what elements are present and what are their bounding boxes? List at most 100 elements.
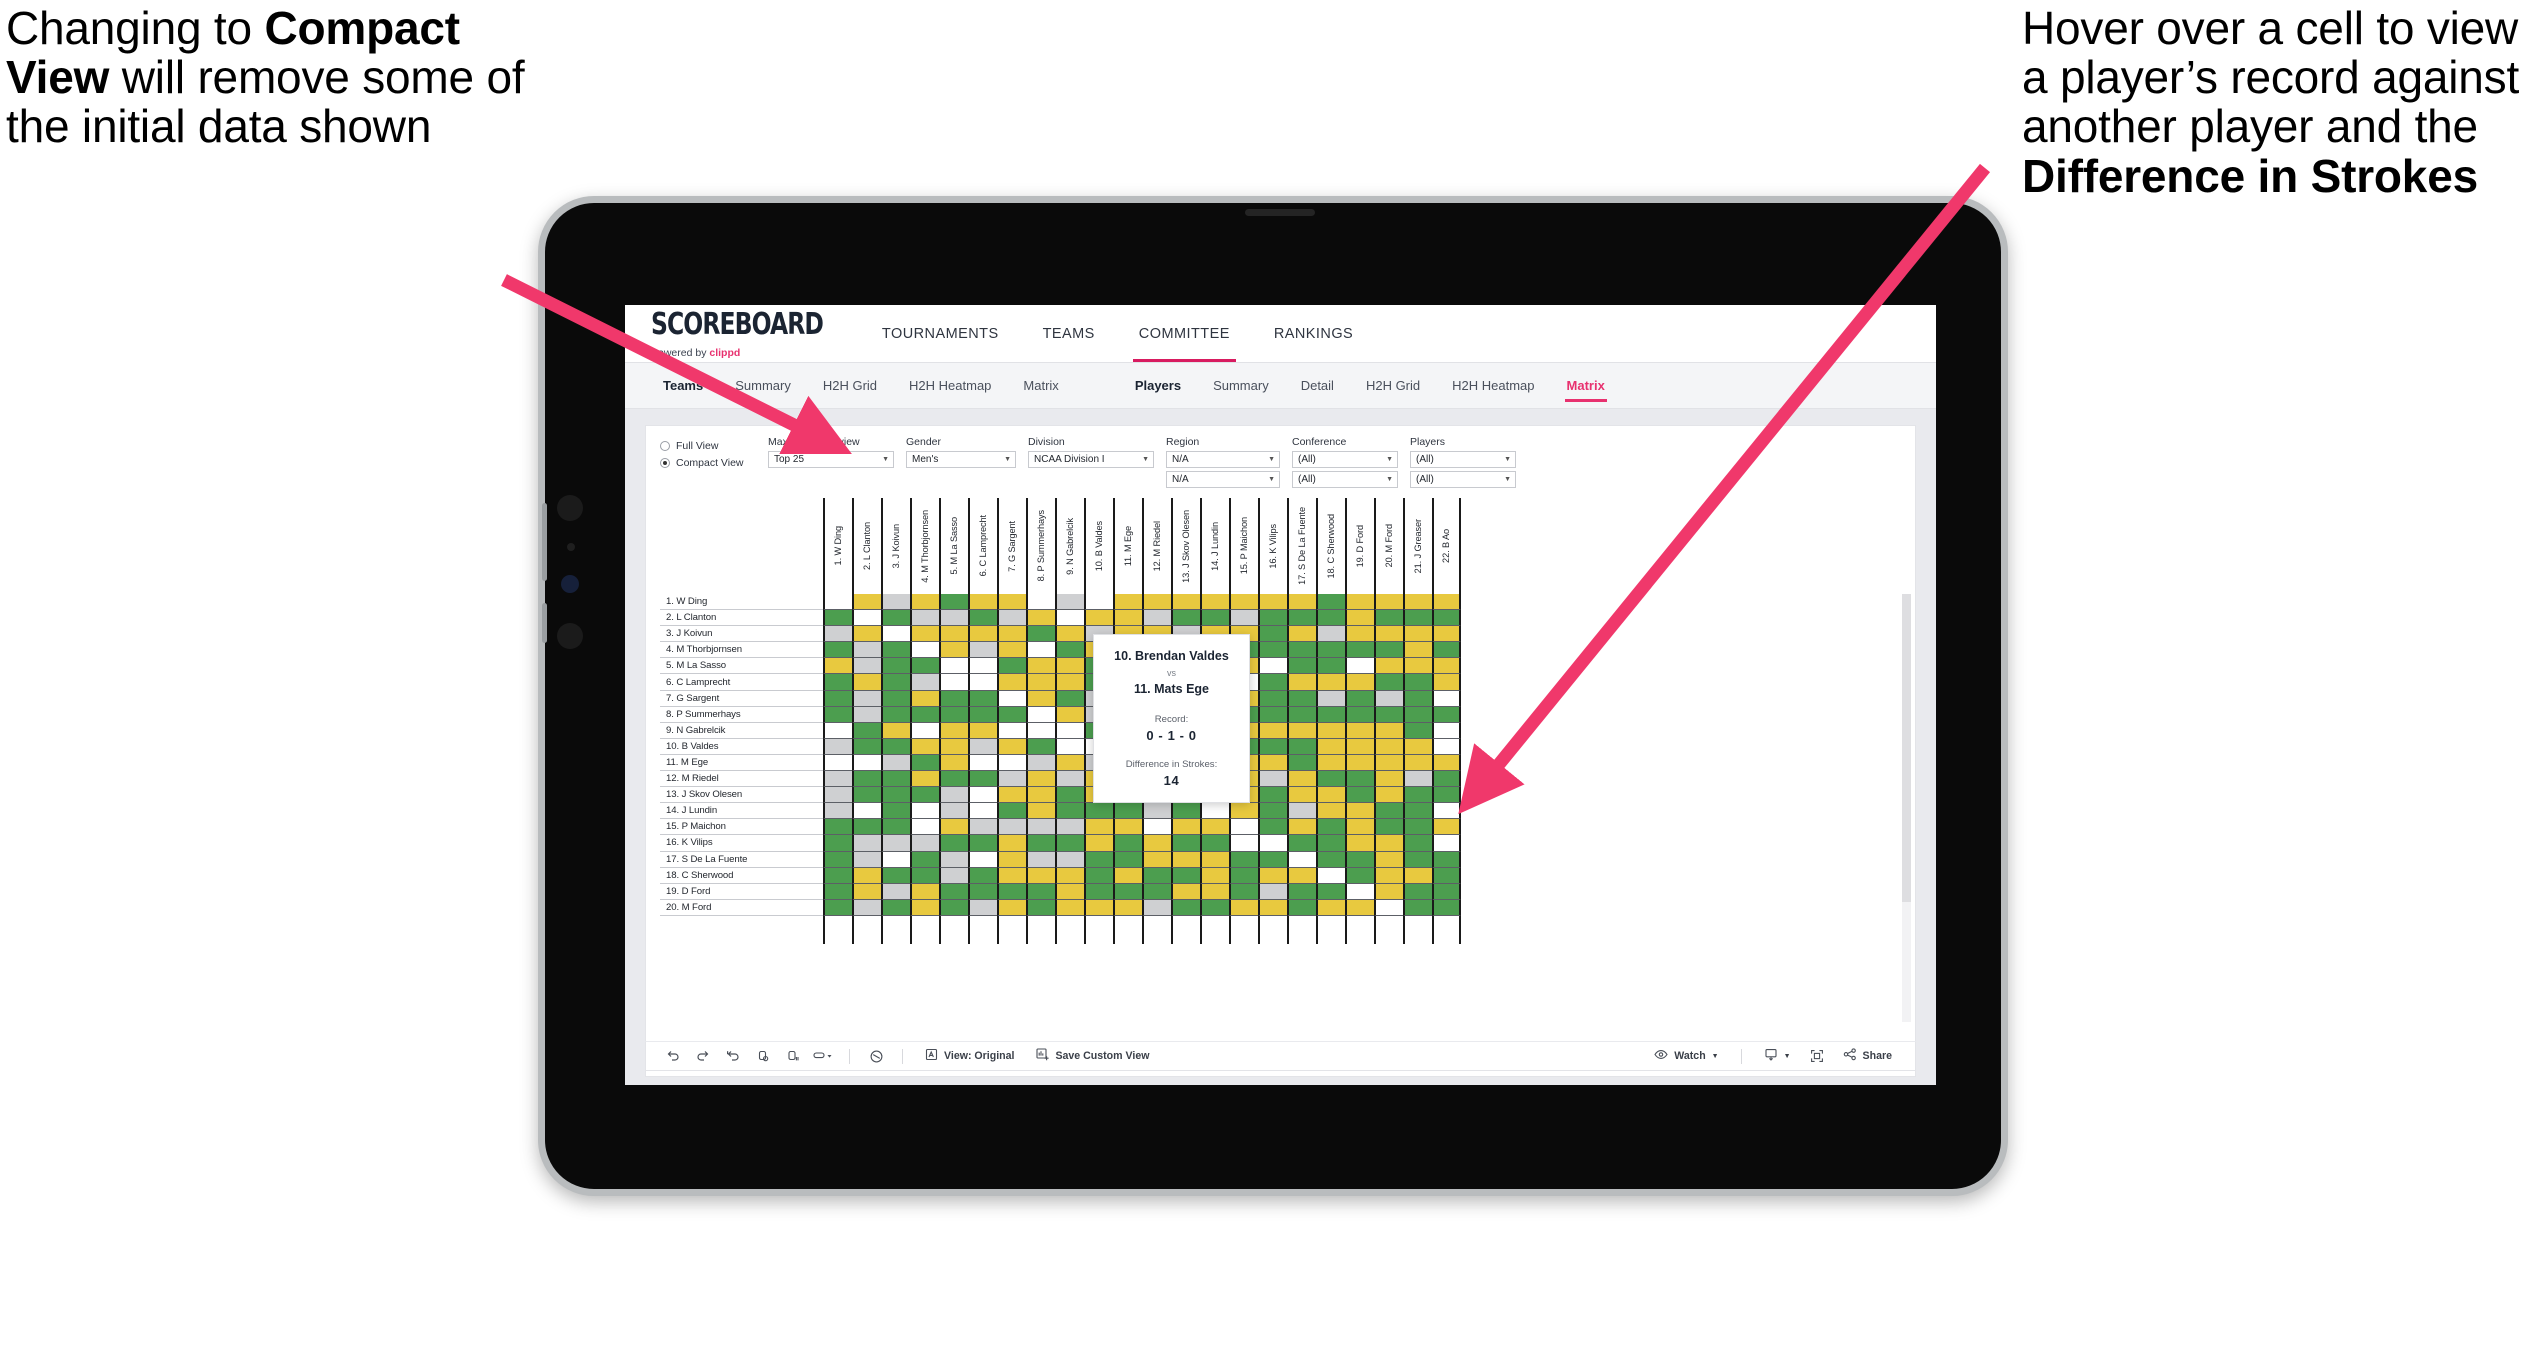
matrix-cell[interactable] (1287, 835, 1316, 852)
matrix-cell[interactable] (939, 851, 968, 868)
matrix-cell[interactable] (910, 738, 939, 755)
matrix-cell[interactable] (881, 819, 910, 836)
matrix-cell[interactable] (1287, 626, 1316, 643)
matrix-cell[interactable] (881, 626, 910, 643)
matrix-cell[interactable] (1258, 883, 1287, 900)
matrix-cell[interactable] (1374, 610, 1403, 627)
matrix-cell[interactable] (823, 771, 852, 788)
matrix-cell[interactable] (1142, 883, 1171, 900)
matrix-cell[interactable] (939, 771, 968, 788)
matrix-cell[interactable] (1258, 658, 1287, 675)
nav-rankings[interactable]: RANKINGS (1252, 305, 1375, 362)
matrix-cell[interactable] (1345, 771, 1374, 788)
matrix-cell[interactable] (1229, 610, 1258, 627)
matrix-cell[interactable] (1345, 594, 1374, 611)
matrix-cell[interactable] (1287, 722, 1316, 739)
matrix-cell[interactable] (1432, 722, 1461, 739)
matrix-cell[interactable] (1258, 899, 1287, 916)
matrix-cell[interactable] (1200, 819, 1229, 836)
matrix-cell[interactable] (1287, 674, 1316, 691)
matrix-cell[interactable] (910, 626, 939, 643)
matrix-cell[interactable] (910, 706, 939, 723)
matrix-cell[interactable] (1316, 690, 1345, 707)
matrix-cell[interactable] (1055, 690, 1084, 707)
subnav-teams-h2h-grid[interactable]: H2H Grid (807, 363, 893, 409)
matrix-cell[interactable] (881, 787, 910, 804)
matrix-cell[interactable] (1345, 722, 1374, 739)
share-button[interactable]: Share (1832, 1041, 1903, 1071)
matrix-cell[interactable] (823, 594, 852, 611)
matrix-cell[interactable] (1432, 690, 1461, 707)
matrix-cell[interactable] (997, 754, 1026, 772)
matrix-cell[interactable] (823, 803, 852, 820)
matrix-cell[interactable] (1258, 626, 1287, 643)
matrix-cell[interactable] (1258, 835, 1287, 852)
matrix-cell[interactable] (881, 803, 910, 820)
watch-button[interactable]: Watch ▼ (1643, 1041, 1729, 1071)
filter-conference-select-2[interactable]: (All) ▼ (1292, 471, 1398, 488)
matrix-cell[interactable] (881, 674, 910, 691)
matrix-cell[interactable] (939, 610, 968, 627)
matrix-cell[interactable] (1142, 803, 1171, 820)
matrix-cell[interactable] (997, 722, 1026, 739)
matrix-cell[interactable] (1113, 610, 1142, 627)
matrix-cell[interactable] (1142, 835, 1171, 852)
matrix-cell[interactable] (1026, 883, 1055, 900)
matrix-cell[interactable] (997, 642, 1026, 659)
matrix-cell[interactable] (1258, 738, 1287, 755)
matrix-cell[interactable] (1258, 690, 1287, 707)
matrix-cell[interactable] (1403, 722, 1432, 739)
matrix-cell[interactable] (1055, 594, 1084, 611)
matrix-cell[interactable] (1287, 658, 1316, 675)
matrix-cell[interactable] (881, 754, 910, 772)
matrix-cell[interactable] (1055, 851, 1084, 868)
matrix-cell[interactable] (1432, 706, 1461, 723)
matrix-cell[interactable] (1026, 610, 1055, 627)
matrix-cell[interactable] (1084, 803, 1113, 820)
matrix-cell[interactable] (1171, 883, 1200, 900)
matrix-cell[interactable] (997, 787, 1026, 804)
matrix-cell[interactable] (997, 738, 1026, 755)
matrix-cell[interactable] (1287, 899, 1316, 916)
matrix-cell[interactable] (1287, 642, 1316, 659)
matrix-cell[interactable] (1229, 819, 1258, 836)
matrix-cell[interactable] (1287, 706, 1316, 723)
matrix-cell[interactable] (1055, 883, 1084, 900)
nav-committee[interactable]: COMMITTEE (1117, 305, 1252, 362)
matrix-cell[interactable] (1287, 883, 1316, 900)
matrix-cell[interactable] (1142, 819, 1171, 836)
matrix-cell[interactable] (1374, 594, 1403, 611)
matrix-cell[interactable] (968, 706, 997, 723)
matrix-cell[interactable] (939, 658, 968, 675)
matrix-cell[interactable] (1432, 674, 1461, 691)
matrix-cell[interactable] (939, 883, 968, 900)
matrix-cell[interactable] (1316, 899, 1345, 916)
matrix-cell[interactable] (1403, 819, 1432, 836)
matrix-cell[interactable] (852, 899, 881, 916)
brand-logo[interactable]: SCOREBOARD Powered by clippd (625, 305, 860, 362)
matrix-cell[interactable] (968, 787, 997, 804)
matrix-cell[interactable] (910, 610, 939, 627)
subnav-teams-h2h-heatmap[interactable]: H2H Heatmap (893, 363, 1007, 409)
matrix-cell[interactable] (1200, 610, 1229, 627)
matrix-cell[interactable] (1171, 610, 1200, 627)
matrix-cell[interactable] (1316, 594, 1345, 611)
matrix-cell[interactable] (1374, 787, 1403, 804)
matrix-cell[interactable] (1258, 803, 1287, 820)
matrix-cell[interactable] (1316, 754, 1345, 772)
matrix-cell[interactable] (1432, 787, 1461, 804)
matrix-cell[interactable] (1171, 594, 1200, 611)
nav-teams[interactable]: TEAMS (1021, 305, 1117, 362)
matrix-cell[interactable] (968, 594, 997, 611)
matrix-cell[interactable] (823, 819, 852, 836)
matrix-cell[interactable] (1432, 658, 1461, 675)
matrix-cell[interactable] (852, 706, 881, 723)
matrix-cell[interactable] (910, 819, 939, 836)
matrix-cell[interactable] (1287, 819, 1316, 836)
matrix-cell[interactable] (1432, 803, 1461, 820)
matrix-cell[interactable] (1345, 706, 1374, 723)
undo-icon[interactable] (658, 1041, 688, 1071)
matrix-cell[interactable] (1345, 803, 1374, 820)
subnav-teams-matrix[interactable]: Matrix (1007, 363, 1074, 409)
download-button[interactable]: ▼ (1753, 1041, 1802, 1071)
